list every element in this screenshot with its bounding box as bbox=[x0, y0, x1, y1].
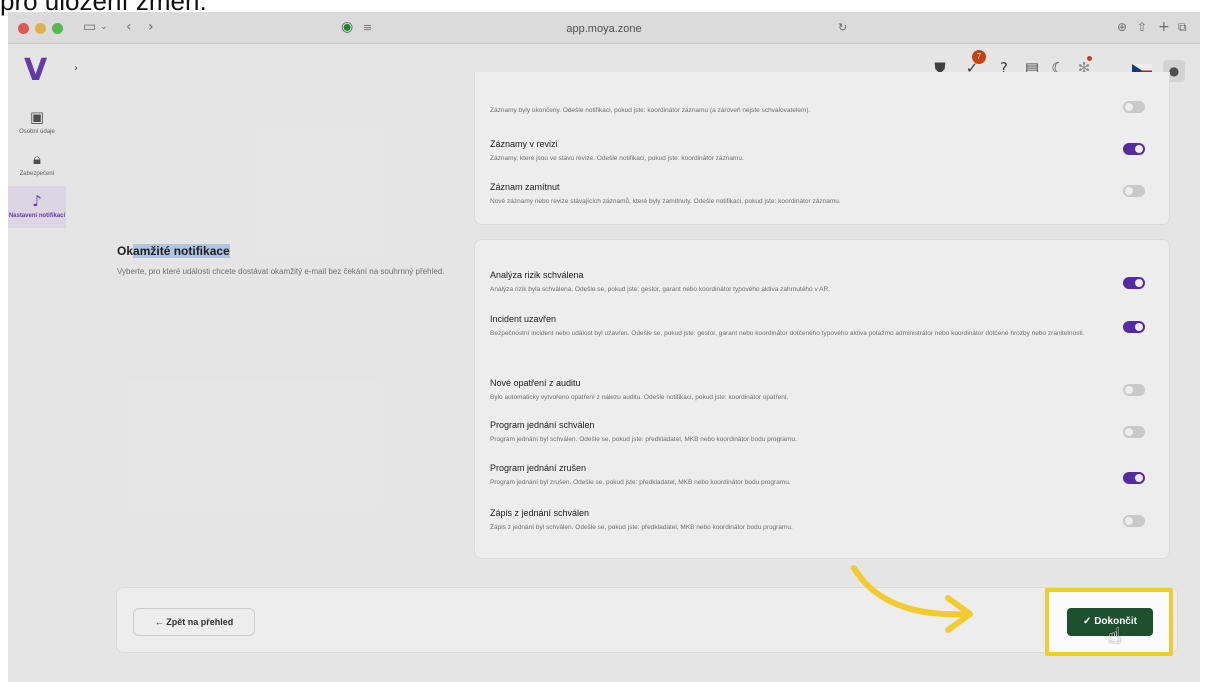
hand-cursor-icon: ☝ bbox=[1108, 624, 1122, 649]
section-title-selected: amžité notifikace bbox=[133, 244, 230, 258]
notification-title: Záznamy v revizi bbox=[490, 139, 558, 149]
notification-row: Nové opatření z auditu Bylo automaticky … bbox=[490, 377, 1170, 404]
share-icon[interactable]: ⇧ bbox=[1137, 20, 1147, 34]
notification-row: Záznamy v revizi Záznamy, které jsou ve … bbox=[490, 138, 1170, 165]
settings-sidebar: ▣ Osobní údaje 🔒︎ Zabezpečení ♪ Nastaven… bbox=[8, 102, 66, 228]
chevron-down-icon[interactable]: ⌄ bbox=[100, 22, 108, 32]
forward-nav-icon[interactable]: › bbox=[148, 19, 154, 35]
notification-desc: Nové záznamy nebo revize stávajících záz… bbox=[490, 198, 841, 205]
summary-notifications-card: Záznamy byly ukončeny. Odešle notifikaci… bbox=[474, 72, 1170, 225]
sidebar-item-security[interactable]: 🔒︎ Zabezpečení bbox=[8, 144, 66, 186]
notification-title: Analýza rizik schválena bbox=[490, 270, 584, 280]
moya-logo[interactable]: V bbox=[24, 53, 47, 88]
tutorial-arrow-icon bbox=[851, 565, 973, 633]
notification-row: Analýza rizik schválena Analýza rizik by… bbox=[490, 269, 1170, 296]
notification-desc: Záznamy byly ukončeny. Odešle notifikaci… bbox=[490, 107, 811, 114]
instant-notifications-card: Analýza rizik schválena Analýza rizik by… bbox=[474, 239, 1170, 559]
notification-row: Incident uzavřen Bezpečnostní incident n… bbox=[490, 313, 1170, 340]
notification-title: Program jednání schválen bbox=[490, 420, 595, 430]
sidebar-item-personal[interactable]: ▣ Osobní údaje bbox=[8, 102, 66, 144]
sidebar-item-label: Nastavení notifikací bbox=[8, 213, 66, 219]
section-description: Vyberte, pro které události chcete dostá… bbox=[117, 267, 445, 276]
sidebar-toggle-icon[interactable]: ▭ bbox=[83, 19, 96, 35]
sidebar-item-label: Osobní údaje bbox=[19, 129, 55, 135]
clipboard-icon: ▣ bbox=[29, 108, 45, 126]
section-title: Okamžité notifikace bbox=[117, 244, 230, 258]
lock-icon: 🔒︎ bbox=[33, 150, 41, 168]
download-icon[interactable]: ⊕ bbox=[1117, 20, 1127, 34]
notification-desc: Program jednání byl schválen. Odešle se,… bbox=[490, 436, 797, 443]
notification-row: Záznam zamítnut Nové záznamy nebo revize… bbox=[490, 181, 1170, 208]
settings-alert-dot bbox=[1087, 56, 1092, 61]
close-window-button[interactable] bbox=[18, 23, 29, 34]
form-footer: ← Zpět na přehled bbox=[116, 587, 1178, 653]
notification-toggle[interactable] bbox=[1123, 384, 1145, 396]
notification-title: Program jednání zrušen bbox=[490, 463, 587, 473]
notification-toggle[interactable] bbox=[1123, 101, 1145, 113]
back-nav-icon[interactable]: ‹ bbox=[126, 19, 132, 35]
notification-toggle[interactable] bbox=[1123, 185, 1145, 197]
browser-toolbar: ▭ ⌄ ‹ › ◉ ≡ app.moya.zone ↻ ⊕ ⇧ + ⧉ bbox=[8, 12, 1200, 44]
sidebar-item-notifications[interactable]: ♪ Nastavení notifikací bbox=[8, 186, 66, 228]
notification-row: Záznamy byly ukončeny. Odešle notifikaci… bbox=[490, 102, 1170, 117]
tab-overview-icon[interactable]: ⧉ bbox=[1178, 20, 1187, 35]
notification-desc: Bylo automaticky vytvořeno opatření z ná… bbox=[490, 394, 789, 401]
zoom-window-button[interactable] bbox=[52, 23, 63, 34]
bell-icon: ♪ bbox=[32, 192, 42, 210]
section-title-plain: Ok bbox=[117, 244, 134, 258]
notification-toggle[interactable] bbox=[1123, 515, 1145, 527]
notification-badge: 7 bbox=[972, 50, 986, 64]
back-to-overview-button[interactable]: ← Zpět na přehled bbox=[133, 608, 255, 636]
notification-toggle[interactable] bbox=[1123, 321, 1145, 333]
notification-desc: Bezpečnostní incident nebo událost byl u… bbox=[490, 330, 1085, 337]
notification-desc: Záznamy, které jsou ve stavu revize. Ode… bbox=[490, 155, 744, 162]
notification-desc: Program jednání byl zrušen. Odešle se, p… bbox=[490, 479, 791, 486]
notification-desc: Zápis z jednání byl schválen. Odešle se,… bbox=[490, 524, 793, 531]
notification-row: Program jednání schválen Program jednání… bbox=[490, 419, 1170, 446]
address-bar[interactable]: app.moya.zone bbox=[348, 19, 860, 39]
sidebar-item-label: Zabezpečení bbox=[19, 171, 55, 177]
notification-title: Incident uzavřen bbox=[490, 314, 557, 324]
notification-title: Záznam zamítnut bbox=[490, 182, 560, 192]
notification-row: Program jednání zrušen Program jednání b… bbox=[490, 462, 1170, 489]
notification-toggle[interactable] bbox=[1123, 426, 1145, 438]
minimize-window-button[interactable] bbox=[35, 23, 46, 34]
notification-desc: Analýza rizik byla schválena. Odešle se,… bbox=[490, 286, 831, 293]
new-tab-icon[interactable]: + bbox=[1158, 19, 1170, 35]
reload-icon[interactable]: ↻ bbox=[838, 21, 847, 34]
notification-row: Zápis z jednání schválen Zápis z jednání… bbox=[490, 507, 1170, 534]
browser-window: ▭ ⌄ ‹ › ◉ ≡ app.moya.zone ↻ ⊕ ⇧ + ⧉ V › … bbox=[8, 12, 1200, 682]
notification-toggle[interactable] bbox=[1123, 472, 1145, 484]
notification-toggle[interactable] bbox=[1123, 277, 1145, 289]
notification-title: Zápis z jednání schválen bbox=[490, 508, 590, 518]
notification-title: Nové opatření z auditu bbox=[490, 378, 581, 388]
notification-toggle[interactable] bbox=[1123, 143, 1145, 155]
chevron-right-icon[interactable]: › bbox=[66, 63, 86, 83]
